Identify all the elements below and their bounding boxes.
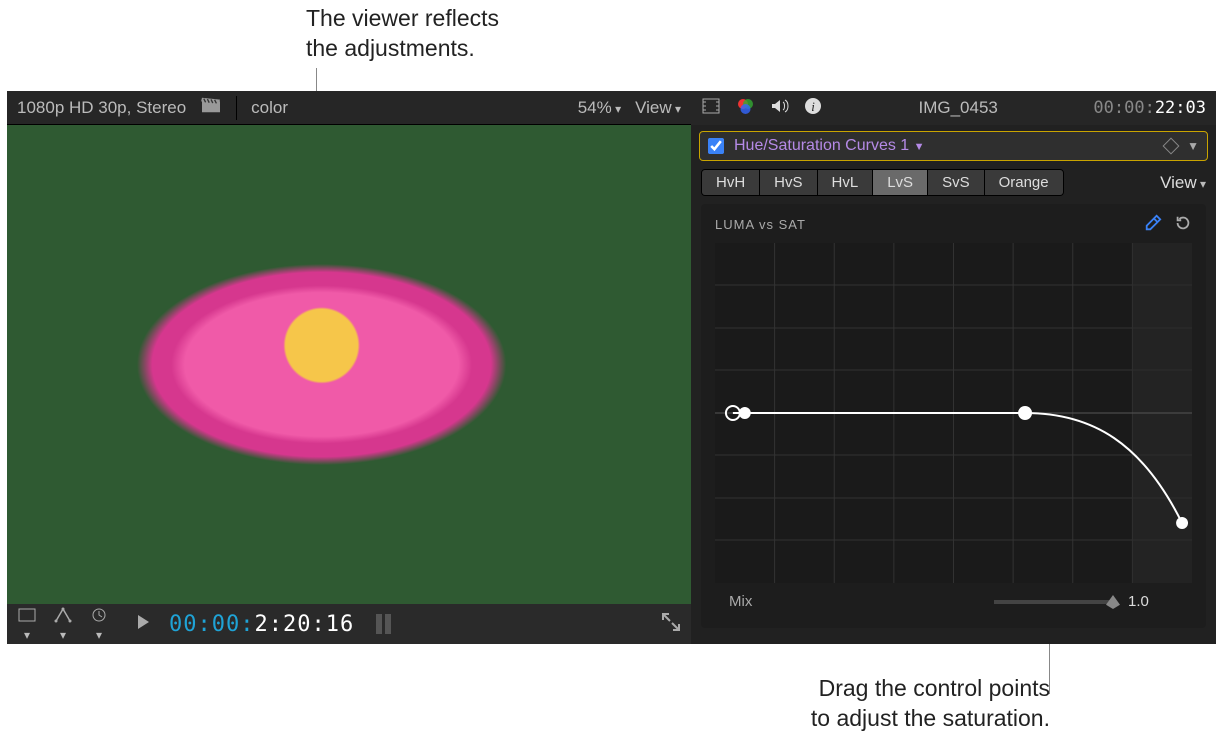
preview-image xyxy=(7,125,691,604)
callout-viewer: The viewer reflects the adjustments. xyxy=(306,4,499,64)
timecode-dim: 00:00: xyxy=(169,612,254,637)
mix-value[interactable]: 1.0 xyxy=(1128,593,1178,610)
effect-name-label[interactable]: Hue/Saturation Curves 1 ▼ xyxy=(734,137,925,155)
tab-orange[interactable]: Orange xyxy=(985,170,1063,195)
mix-slider[interactable] xyxy=(994,600,1114,604)
keyframe-icon[interactable] xyxy=(1163,138,1180,155)
transform-menu-icon[interactable] xyxy=(53,604,73,644)
inspector-pane: i IMG_0453 00:00:22:03 Hue/Saturation Cu… xyxy=(691,91,1216,644)
frame-size-menu-icon[interactable] xyxy=(17,604,37,644)
tab-svs[interactable]: SvS xyxy=(928,170,985,195)
effect-header-row[interactable]: Hue/Saturation Curves 1 ▼ ▼ xyxy=(699,131,1208,161)
viewer-topbar: 1080p HD 30p, Stereo color 54% View xyxy=(7,91,691,125)
zoom-menu[interactable]: 54% xyxy=(578,98,621,118)
app-frame: 1080p HD 30p, Stereo color 54% View xyxy=(7,91,1216,644)
effect-enable-checkbox[interactable] xyxy=(708,138,724,154)
tab-hvs[interactable]: HvS xyxy=(760,170,817,195)
duration-dim: 00:00: xyxy=(1093,98,1154,118)
curve-point-2 xyxy=(1018,406,1032,420)
info-inspector-icon[interactable]: i xyxy=(803,96,823,121)
duration-bright: 22:03 xyxy=(1155,98,1206,118)
callout-curve: Drag the control points to adjust the sa… xyxy=(770,674,1050,734)
curve-point-3 xyxy=(1176,517,1188,529)
inspector-duration: 00:00:22:03 xyxy=(1093,98,1206,118)
tab-lvs[interactable]: LvS xyxy=(873,170,928,195)
inspector-clip-name: IMG_0453 xyxy=(837,98,1079,118)
timecode-bright: 2:20:16 xyxy=(254,612,354,637)
mix-slider-thumb[interactable] xyxy=(1106,595,1120,609)
inspector-view-menu[interactable]: View xyxy=(1160,173,1206,193)
tab-hvl[interactable]: HvL xyxy=(818,170,874,195)
chevron-down-icon[interactable]: ▼ xyxy=(1187,139,1199,153)
curve-title: LUMA vs SAT xyxy=(715,217,806,232)
view-menu[interactable]: View xyxy=(635,98,681,118)
play-button-icon[interactable] xyxy=(133,614,153,635)
color-inspector-icon[interactable] xyxy=(735,96,755,121)
reset-icon[interactable] xyxy=(1174,214,1192,235)
retime-menu-icon[interactable] xyxy=(89,604,109,644)
audio-inspector-icon[interactable] xyxy=(769,96,789,121)
clapperboard-icon[interactable] xyxy=(200,96,222,119)
audio-meter-icon xyxy=(376,614,391,634)
curve-editor: LUMA vs SAT xyxy=(701,204,1206,628)
viewer-pane: 1080p HD 30p, Stereo color 54% View xyxy=(7,91,691,644)
svg-text:i: i xyxy=(811,99,815,114)
video-inspector-icon[interactable] xyxy=(701,96,721,121)
fullscreen-icon[interactable] xyxy=(661,612,681,637)
curve-tabs-row: HvH HvS HvL LvS SvS Orange View xyxy=(691,165,1216,204)
clip-format-label: 1080p HD 30p, Stereo xyxy=(17,98,186,118)
eyedropper-icon[interactable] xyxy=(1144,214,1162,235)
tab-hvh[interactable]: HvH xyxy=(702,170,760,195)
clip-name-label: color xyxy=(251,98,288,118)
viewer-bottombar: 00:00:2:20:16 xyxy=(7,604,691,644)
inspector-topbar: i IMG_0453 00:00:22:03 xyxy=(691,91,1216,125)
curve-grid[interactable] xyxy=(715,243,1192,583)
mix-row: Mix 1.0 xyxy=(715,583,1192,614)
viewer-canvas[interactable] xyxy=(7,125,691,604)
curve-tabs: HvH HvS HvL LvS SvS Orange xyxy=(701,169,1064,196)
curve-point-1 xyxy=(739,407,751,419)
viewer-timecode[interactable]: 00:00:2:20:16 xyxy=(169,612,354,637)
mix-label: Mix xyxy=(729,593,752,610)
